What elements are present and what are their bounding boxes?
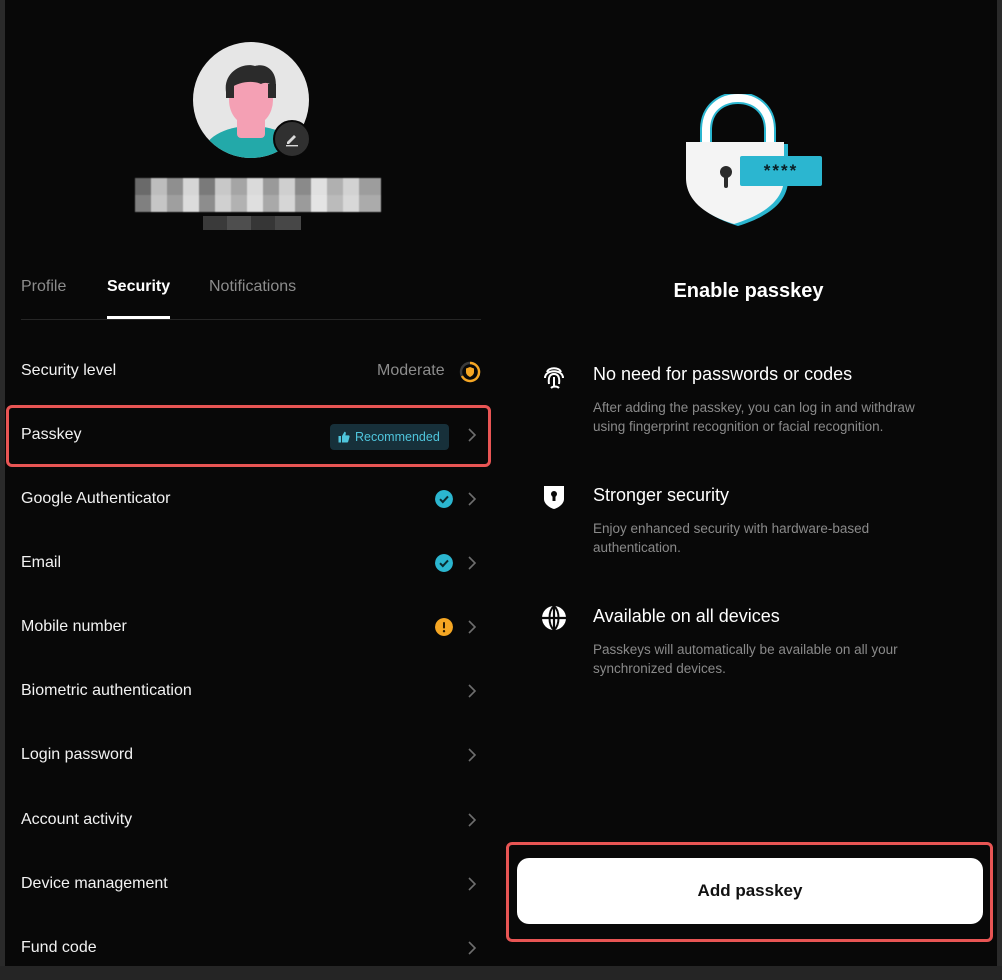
security-row-login-password[interactable]: Login password xyxy=(5,724,500,788)
chevron-right-icon xyxy=(468,492,477,506)
feature-title: No need for passwords or codes xyxy=(593,364,853,384)
passkey-label: Passkey xyxy=(21,426,82,443)
security-level-icon xyxy=(459,361,481,383)
passkey-panel-title: Enable passkey xyxy=(673,280,824,302)
mobile-number-label: Mobile number xyxy=(21,618,127,635)
chevron-right-icon xyxy=(468,556,477,570)
masked-code: **** xyxy=(763,161,799,180)
security-level-row: Security level Moderate xyxy=(5,340,500,404)
bottom-strip xyxy=(0,966,1002,980)
google-authenticator-label: Google Authenticator xyxy=(21,490,171,507)
feature-description: After adding the passkey, you can log in… xyxy=(593,400,915,434)
chevron-right-icon xyxy=(468,620,477,634)
security-row-email[interactable]: Email xyxy=(5,532,500,596)
thumbs-up-icon xyxy=(338,431,350,443)
chevron-right-icon xyxy=(468,748,477,762)
account-activity-label: Account activity xyxy=(21,811,133,828)
chevron-right-icon xyxy=(468,877,477,891)
user-id-redacted xyxy=(203,216,301,230)
username-redacted xyxy=(135,178,381,212)
feature-description: Enjoy enhanced security with hardware-ba… xyxy=(593,521,870,555)
chevron-right-icon xyxy=(468,428,477,442)
login-password-label: Login password xyxy=(21,746,134,763)
security-row-passkey[interactable]: Passkey Recommended xyxy=(5,404,500,468)
feature-title: Available on all devices xyxy=(593,606,780,626)
settings-tabs: Profile Security Notifications xyxy=(21,274,481,320)
security-row-google-authenticator[interactable]: Google Authenticator xyxy=(5,468,500,532)
globe-icon xyxy=(542,604,566,632)
security-row-mobile-number[interactable]: Mobile number xyxy=(5,596,500,660)
shield-lock-icon xyxy=(544,486,564,509)
active-tab-indicator xyxy=(107,316,170,319)
chevron-right-icon xyxy=(468,684,477,698)
tab-security[interactable]: Security xyxy=(107,278,170,296)
biometric-label: Biometric authentication xyxy=(21,682,192,699)
tab-notifications[interactable]: Notifications xyxy=(209,278,296,296)
feature-description: Passkeys will automatically be available… xyxy=(593,642,898,676)
chevron-right-icon xyxy=(468,941,477,955)
recommended-badge: Recommended xyxy=(330,424,449,450)
account-settings-panel: Profile Security Notifications Security … xyxy=(5,0,500,966)
security-level-label: Security level xyxy=(21,362,117,379)
pencil-icon xyxy=(286,135,298,147)
fingerprint-icon xyxy=(544,367,564,389)
email-label: Email xyxy=(21,554,62,571)
security-row-device-management[interactable]: Device management xyxy=(5,853,500,917)
security-row-account-activity[interactable]: Account activity xyxy=(5,789,500,853)
passkey-panel: **** Enable passkey No need for password… xyxy=(500,0,997,966)
edit-avatar-button[interactable] xyxy=(273,120,311,158)
feature-title: Stronger security xyxy=(593,485,730,505)
tab-profile[interactable]: Profile xyxy=(21,278,66,296)
warning-icon xyxy=(435,618,453,636)
security-row-biometric[interactable]: Biometric authentication xyxy=(5,660,500,724)
avatar-container xyxy=(193,42,311,158)
add-passkey-button[interactable]: Add passkey xyxy=(517,858,983,924)
verified-check-icon xyxy=(435,490,453,508)
device-management-label: Device management xyxy=(21,875,168,892)
recommended-badge-text: Recommended xyxy=(355,430,440,444)
verified-check-icon xyxy=(435,554,453,572)
chevron-right-icon xyxy=(468,813,477,827)
security-row-fund-code[interactable]: Fund code xyxy=(5,917,500,966)
security-level-value: Moderate xyxy=(377,362,445,379)
fund-code-label: Fund code xyxy=(21,939,97,956)
